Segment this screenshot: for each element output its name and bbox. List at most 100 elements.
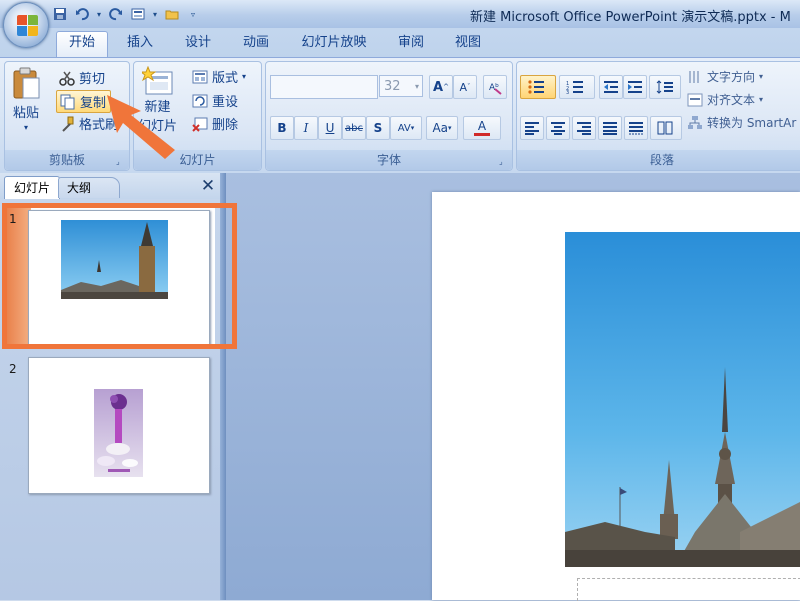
align-center-icon <box>551 122 565 135</box>
close-pane-icon[interactable]: ✕ <box>199 177 217 195</box>
line-spacing-button[interactable] <box>649 75 681 99</box>
highlight-box <box>2 203 237 349</box>
shadow-button[interactable]: S <box>366 116 390 140</box>
tab-insert[interactable]: 插入 <box>122 32 158 54</box>
font-color-icon: A <box>477 119 487 133</box>
ribbon-tab-bar: 开始 插入 设计 动画 幻灯片放映 审阅 视图 <box>0 28 800 58</box>
grow-font-button[interactable]: A ^ <box>429 75 453 99</box>
paste-label: 粘贴 <box>12 106 39 121</box>
convert-smartart-label: 转换为 SmartAr <box>707 116 797 130</box>
undo-dropdown-icon[interactable]: ▾ <box>94 5 104 23</box>
paintbrush-icon <box>59 116 75 132</box>
paste-dropdown-icon: ▾ <box>23 123 28 132</box>
tab-view[interactable]: 视图 <box>450 32 486 54</box>
change-case-button[interactable]: Aa ▾ <box>426 116 458 140</box>
layout-dropdown-icon: ▾ <box>242 72 247 81</box>
folder-icon[interactable] <box>162 5 182 23</box>
paste-icon <box>13 67 40 99</box>
text-direction-button[interactable]: 文字方向 ▾ <box>687 68 763 85</box>
slide-canvas[interactable] <box>432 192 800 600</box>
font-dialog-launcher-icon[interactable]: ⌟ <box>499 157 508 166</box>
tab-home[interactable]: 开始 <box>56 31 108 58</box>
align-center-button[interactable] <box>546 116 570 140</box>
layout-dropdown-icon[interactable]: ▾ <box>150 5 160 23</box>
redo-icon[interactable] <box>106 5 126 23</box>
character-spacing-icon: AV <box>397 122 411 134</box>
copy-icon <box>60 94 76 110</box>
line-spacing-icon <box>656 80 673 94</box>
font-color-swatch <box>474 133 490 136</box>
tab-review[interactable]: 审阅 <box>393 32 429 54</box>
font-size-value: 32 <box>384 79 401 94</box>
office-button[interactable] <box>3 2 49 48</box>
office-logo-icon <box>17 15 39 37</box>
numbering-icon: 123 <box>566 81 583 94</box>
reset-label: 重设 <box>212 95 239 110</box>
align-text-label: 对齐文本 <box>707 93 756 107</box>
font-size-combo[interactable]: 32 ▾ <box>379 75 423 97</box>
layout-icon[interactable] <box>128 5 148 23</box>
text-shadow-icon: S <box>373 121 383 135</box>
align-left-button[interactable] <box>520 116 544 140</box>
convert-smartart-button[interactable]: 转换为 SmartAr <box>687 114 796 131</box>
decrease-indent-button[interactable] <box>599 75 623 99</box>
columns-button[interactable] <box>650 116 682 140</box>
tab-slides[interactable]: 幻灯片 <box>4 176 60 199</box>
align-right-button[interactable] <box>572 116 596 140</box>
underline-icon: U <box>325 121 335 135</box>
reset-button[interactable]: 重设 <box>192 91 238 110</box>
slide-city-towers-photo[interactable] <box>565 232 800 567</box>
undo-icon[interactable] <box>72 5 92 23</box>
tab-slideshow[interactable]: 幻灯片放映 <box>296 32 372 54</box>
strikethrough-icon: abc <box>345 122 363 134</box>
smartart-icon <box>687 115 703 131</box>
align-left-icon <box>525 122 539 135</box>
paragraph-group: 123 文字方向 ▾ 对齐文本 ▾ 转换为 SmartAr 段落 <box>516 61 800 171</box>
justify-button[interactable] <box>598 116 622 140</box>
font-size-dropdown-icon: ▾ <box>414 82 419 91</box>
italic-button[interactable]: I <box>294 116 318 140</box>
text-direction-dropdown-icon: ▾ <box>759 72 764 81</box>
decrease-indent-icon <box>604 81 618 93</box>
increase-indent-button[interactable] <box>623 75 647 99</box>
customize-icon[interactable]: ▿ <box>188 5 198 23</box>
underline-button[interactable]: U <box>318 116 342 140</box>
font-color-button[interactable]: A <box>463 116 501 140</box>
delete-label: 删除 <box>212 118 239 133</box>
font-name-combo[interactable] <box>270 75 378 99</box>
text-direction-label: 文字方向 <box>707 70 756 84</box>
slide-layout-icon <box>192 69 208 85</box>
text-placeholder-border[interactable] <box>577 578 800 601</box>
svg-text:3: 3 <box>566 90 569 94</box>
clear-formatting-button[interactable]: Aᵇ <box>483 75 507 99</box>
bold-icon: B <box>277 121 287 135</box>
strikethrough-button[interactable]: abc <box>342 116 366 140</box>
distributed-button[interactable] <box>624 116 648 140</box>
tab-design[interactable]: 设计 <box>180 32 216 54</box>
delete-slide-button[interactable]: 删除 <box>192 114 238 133</box>
bullets-button[interactable] <box>520 75 556 99</box>
character-spacing-button[interactable]: AV ▾ <box>390 116 422 140</box>
grow-font-icon: A <box>433 79 444 95</box>
slide-2-number: 2 <box>9 362 17 376</box>
save-icon[interactable] <box>50 5 70 23</box>
shrink-font-icon: A <box>459 80 468 94</box>
scissors-icon <box>59 70 75 86</box>
tab-outline[interactable]: 大纲 <box>58 177 120 198</box>
justify-icon <box>603 122 617 135</box>
slide-2-thumbnail[interactable] <box>28 357 210 494</box>
tab-animation[interactable]: 动画 <box>238 32 274 54</box>
numbering-button[interactable]: 123 <box>559 75 595 99</box>
align-text-button[interactable]: 对齐文本 ▾ <box>687 91 763 108</box>
columns-icon <box>657 121 673 135</box>
shrink-font-button[interactable]: Aˇ <box>453 75 477 99</box>
increase-indent-icon <box>628 81 642 93</box>
align-right-icon <box>577 122 591 135</box>
bold-button[interactable]: B <box>270 116 294 140</box>
change-case-icon: Aa <box>432 121 449 135</box>
font-group-label: 字体 <box>266 150 512 170</box>
paste-button[interactable]: 粘贴 ▾ <box>11 66 41 132</box>
layout-button[interactable]: 版式 ▾ <box>192 67 246 86</box>
align-text-icon <box>687 92 703 108</box>
font-group: 32 ▾ A ^ Aˇ Aᵇ B I U abc S AV ▾ Aa ▾ A 字体 ⌟ <box>265 61 513 171</box>
